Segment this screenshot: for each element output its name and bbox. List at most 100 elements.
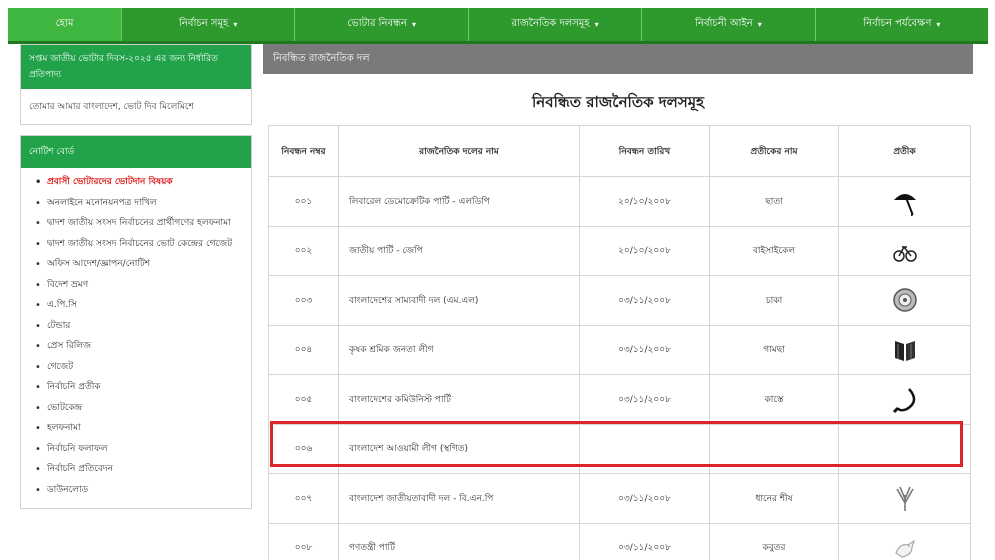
column-header-reg-date: নিবন্ধন তারিখ — [579, 125, 710, 177]
nav-elections[interactable]: নির্বাচন সমূহ ▾ — [122, 8, 296, 41]
reg-date-cell: ০৩/১১/২০০৮ — [579, 324, 710, 375]
party-name-cell: বাংলাদেশের কমিউনিস্ট পার্টি — [338, 374, 580, 425]
umbrella-icon — [893, 194, 916, 217]
party-name-cell: বাংলাদেশ আওয়ামী লীগ (স্থগিত) — [338, 423, 580, 474]
notice-item[interactable]: অফিস আদেশ/জ্ঞাপন/নোটিশ — [35, 258, 251, 272]
reg-date-cell: ০৩/১১/২০০৮ — [579, 275, 710, 326]
reg-no-cell: ০০৬ — [268, 423, 339, 474]
gamchha-icon — [894, 340, 915, 361]
notice-item[interactable]: দ্বাদশ জাতীয় সংসদ নির্বাচনের ভোট কেন্দ্… — [35, 238, 251, 252]
symbol-name-cell: বাইসাইকেল — [709, 225, 839, 276]
chevron-down-icon: ▾ — [757, 20, 762, 29]
nav-label: নির্বাচনী আইন — [695, 18, 753, 29]
nav-political-parties[interactable]: রাজনৈতিক দলসমূহ ▾ — [469, 8, 643, 41]
table-row: ০০৫ বাংলাদেশের কমিউনিস্ট পার্টি ০৩/১১/২০০৮… — [268, 374, 971, 425]
bicycle-icon — [892, 245, 917, 262]
chevron-down-icon: ▾ — [936, 20, 941, 29]
notice-item[interactable]: নির্বাচনি প্রতিবেদন — [35, 463, 251, 477]
sidebar: সপ্তম জাতীয় ভোটার দিবস-২০২৫ এর জন্য নির… — [20, 44, 252, 560]
symbol-cell — [838, 225, 971, 276]
table-row: ০০৪ কৃষক শ্রমিক জনতা লীগ ০৩/১১/২০০৮ গামছা — [268, 324, 971, 375]
symbol-cell — [838, 522, 971, 560]
reg-date-cell: ২০/১০/২০০৮ — [579, 225, 710, 276]
party-name-cell: গণতন্ত্রী পার্টি — [338, 522, 580, 560]
nav-election-law[interactable]: নির্বাচনী আইন ▾ — [642, 8, 816, 41]
nav-voter-registration[interactable]: ভোটার নিবন্ধন ▾ — [295, 8, 469, 41]
top-nav: হোম নির্বাচন সমূহ ▾ ভোটার নিবন্ধন ▾ রাজনৈত… — [8, 8, 988, 44]
reg-date-cell: ০৩/১১/২০০৮ — [579, 473, 710, 524]
notice-item[interactable]: নির্বাচনি প্রতীক — [35, 381, 251, 395]
symbol-name-cell: কাস্তে — [709, 374, 839, 425]
symbol-name-cell: কবুতর — [709, 522, 839, 560]
symbol-cell — [838, 176, 971, 227]
party-table: নিবন্ধন নম্বর রাজনৈতিক দলের নাম নিবন্ধন … — [268, 125, 971, 560]
chevron-down-icon: ▾ — [233, 20, 238, 29]
reg-no-cell: ০০২ — [268, 225, 339, 276]
chevron-down-icon: ▾ — [411, 20, 416, 29]
notice-item[interactable]: নির্বাচনি ফলাফল — [35, 443, 251, 457]
reg-no-cell: ০০৭ — [268, 473, 339, 524]
nav-label: ভোটার নিবন্ধন — [347, 18, 407, 29]
nav-label: রাজনৈতিক দলসমূহ — [511, 18, 590, 29]
notice-board-heading: নোটিশ বোর্ড — [21, 136, 251, 168]
reg-date-cell: ০৩/১১/২০০৮ — [579, 374, 710, 425]
notice-item[interactable]: ডাউনলোড — [35, 484, 251, 498]
party-name-cell: লিবারেল ডেমোক্রেটিক পার্টি - এলডিপি — [338, 176, 580, 227]
notice-board: নোটিশ বোর্ড প্রবাসী ভোটারদের ভোটদান বিষয… — [20, 135, 252, 509]
table-row: ০০৩ বাংলাদেশের সাম্যবাদী দল (এম.এল) ০৩/১১/… — [268, 275, 971, 326]
symbol-name-cell: ছাতা — [709, 176, 839, 227]
reg-no-cell: ০০৮ — [268, 522, 339, 560]
campaign-heading: সপ্তম জাতীয় ভোটার দিবস-২০২৫ এর জন্য নির… — [21, 45, 251, 89]
notice-item[interactable]: টেন্ডার — [35, 320, 251, 334]
symbol-cell — [838, 275, 971, 326]
page-title: নিবন্ধিত রাজনৈতিক দলসমূহ — [532, 93, 704, 111]
nav-label: হোম — [55, 18, 74, 29]
paddy-sheaf-icon — [895, 486, 914, 512]
symbol-cell — [838, 473, 971, 524]
party-name-cell: বাংলাদেশ জাতীয়তাবাদী দল - বি.এন.পি — [338, 473, 580, 524]
table-row: ০০৭ বাংলাদেশ জাতীয়তাবাদী দল - বি.এন.পি ০৩… — [268, 473, 971, 524]
notice-item[interactable]: দ্বাদশ জাতীয় সংসদ নির্বাচনের প্রার্থীগণ… — [35, 217, 251, 231]
notice-item[interactable]: বিদেশ ভ্রমণ — [35, 279, 251, 293]
nav-election-observation[interactable]: নির্বাচন পর্যবেক্ষণ ▾ — [816, 8, 988, 41]
notice-item[interactable]: প্রেস রিলিজ — [35, 340, 251, 354]
table-header-row: নিবন্ধন নম্বর রাজনৈতিক দলের নাম নিবন্ধন … — [268, 125, 971, 177]
chevron-down-icon: ▾ — [594, 20, 599, 29]
party-name-cell: বাংলাদেশের সাম্যবাদী দল (এম.এল) — [338, 275, 580, 326]
column-header-reg-no: নিবন্ধন নম্বর — [268, 125, 339, 177]
column-header-symbol: প্রতীক — [838, 125, 971, 177]
reg-no-cell: ০০১ — [268, 176, 339, 227]
reg-date-cell — [579, 423, 710, 474]
reg-date-cell: ০৩/১১/২০০৮ — [579, 522, 710, 560]
reg-date-cell: ২০/১০/২০০৮ — [579, 176, 710, 227]
column-header-symbol-name: প্রতীকের নাম — [709, 125, 839, 177]
section-title: নিবন্ধিত রাজনৈতিক দল — [263, 44, 973, 74]
nav-label: নির্বাচন পর্যবেক্ষণ — [863, 18, 932, 29]
symbol-cell — [838, 423, 971, 474]
symbol-cell — [838, 374, 971, 425]
symbol-cell — [838, 324, 971, 375]
notice-item[interactable]: ভোটকেন্দ্র — [35, 402, 251, 416]
nav-home[interactable]: হোম — [8, 8, 122, 41]
sickle-icon — [892, 388, 915, 414]
campaign-box: সপ্তম জাতীয় ভোটার দিবস-২০২৫ এর জন্য নির… — [20, 44, 252, 125]
reg-no-cell: ০০৫ — [268, 374, 339, 425]
wheel-icon — [892, 288, 917, 312]
notice-item[interactable]: হলফনামা — [35, 422, 251, 436]
symbol-name-cell: চাকা — [709, 275, 839, 326]
symbol-name-cell: গামছা — [709, 324, 839, 375]
party-name-cell: কৃষক শ্রমিক জনতা লীগ — [338, 324, 580, 375]
notice-item[interactable]: এ.পি.সি — [35, 299, 251, 313]
table-row: ০০১ লিবারেল ডেমোক্রেটিক পার্টি - এলডিপি ২০… — [268, 176, 971, 227]
notice-list: প্রবাসী ভোটারদের ভোটদান বিষয়ক অনলাইনে মন… — [21, 168, 251, 508]
reg-no-cell: ০০৩ — [268, 275, 339, 326]
symbol-name-cell — [709, 423, 839, 474]
notice-item[interactable]: প্রবাসী ভোটারদের ভোটদান বিষয়ক — [35, 176, 251, 190]
notice-item[interactable]: গেজেট — [35, 361, 251, 375]
main-content: নিবন্ধিত রাজনৈতিক দল নিবন্ধিত রাজনৈতিক দ… — [263, 44, 973, 560]
column-header-party-name: রাজনৈতিক দলের নাম — [338, 125, 580, 177]
notice-item[interactable]: অনলাইনে মনোনয়নপত্র দাখিল — [35, 197, 251, 211]
table-row: ০০২ জাতীয় পার্টি - জেপি ২০/১০/২০০৮ বাইসাইক… — [268, 225, 971, 276]
symbol-name-cell: ধানের শীষ — [709, 473, 839, 524]
table-row-highlighted: ০০৬ বাংলাদেশ আওয়ামী লীগ (স্থগিত) — [268, 423, 971, 474]
